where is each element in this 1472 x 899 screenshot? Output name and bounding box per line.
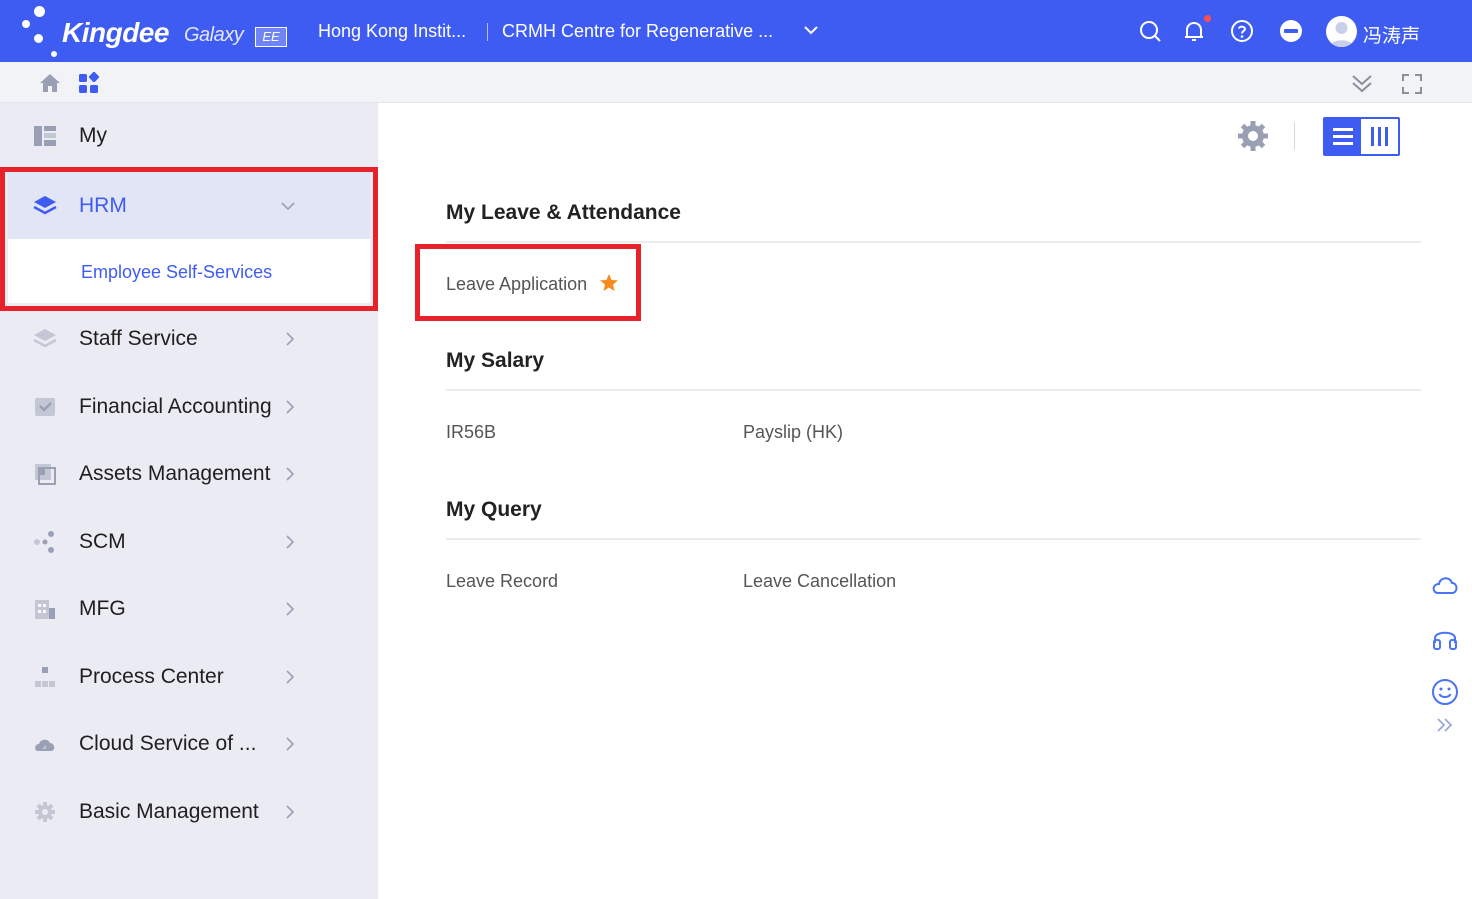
home-icon[interactable] bbox=[38, 71, 62, 95]
checkbox-icon bbox=[35, 398, 55, 416]
sidebar-item-basic-management[interactable]: Basic Management bbox=[0, 779, 378, 845]
section-title: My Leave & Attendance bbox=[446, 201, 681, 224]
chevron-right-icon bbox=[286, 737, 295, 751]
toolbar-separator bbox=[1294, 122, 1295, 150]
org-separator bbox=[487, 23, 488, 41]
section-divider bbox=[446, 389, 1421, 391]
top-bar: Kingdee Galaxy EE Hong Kong Instit... CR… bbox=[0, 0, 1472, 62]
sub-toolbar bbox=[0, 62, 1472, 103]
highlight-box bbox=[0, 167, 378, 311]
main-content: My Leave & Attendance Leave Application … bbox=[378, 103, 1472, 899]
sidebar-item-my[interactable]: My bbox=[0, 103, 378, 169]
dept-selector[interactable]: CRMH Centre for Regenerative ... bbox=[502, 21, 773, 42]
section-divider bbox=[446, 538, 1421, 540]
cloud-icon[interactable] bbox=[1430, 570, 1460, 600]
dashboard-icon bbox=[34, 126, 56, 146]
floating-toolbar bbox=[1418, 560, 1472, 742]
assets-icon bbox=[35, 464, 56, 485]
chevron-right-icon bbox=[286, 400, 295, 414]
list-view-icon bbox=[1333, 128, 1353, 145]
sidebar-item-financial-accounting[interactable]: Financial Accounting bbox=[0, 374, 378, 440]
sidebar-item-scm[interactable]: SCM bbox=[0, 509, 378, 575]
sidebar-item-label: Process Center bbox=[79, 665, 224, 688]
sidebar-item-label: Cloud Service of ... bbox=[79, 732, 257, 755]
chevron-right-icon bbox=[286, 535, 295, 549]
help-icon[interactable] bbox=[1230, 19, 1254, 43]
chevron-down-icon[interactable] bbox=[803, 22, 819, 38]
org-selector[interactable]: Hong Kong Instit... bbox=[318, 21, 466, 42]
chevron-right-icon bbox=[286, 467, 295, 481]
section-title: My Query bbox=[446, 498, 542, 521]
sidebar-item-cloud-service[interactable]: Cloud Service of ... bbox=[0, 711, 378, 777]
payslip-link[interactable]: Payslip (HK) bbox=[743, 422, 843, 443]
app-grid-icon[interactable] bbox=[77, 72, 101, 96]
section-divider bbox=[446, 241, 1421, 243]
double-chevron-right-icon[interactable] bbox=[1434, 714, 1456, 736]
avatar[interactable] bbox=[1326, 16, 1357, 47]
leave-cancellation-link[interactable]: Leave Cancellation bbox=[743, 571, 896, 592]
brand-edition: EE bbox=[255, 27, 287, 47]
sidebar-item-label: Staff Service bbox=[79, 327, 198, 350]
layers-icon bbox=[33, 329, 57, 348]
chevron-right-icon bbox=[286, 805, 295, 819]
user-name[interactable]: 冯涛声 bbox=[1363, 21, 1420, 48]
notification-dot bbox=[1204, 15, 1211, 22]
cloud-icon bbox=[35, 739, 55, 751]
chevron-right-icon bbox=[286, 602, 295, 616]
gear-icon bbox=[35, 802, 55, 822]
collapse-down-icon[interactable] bbox=[1350, 71, 1374, 95]
sidebar-item-assets-management[interactable]: Assets Management bbox=[0, 441, 378, 507]
brand-name: Kingdee bbox=[62, 17, 169, 48]
kingdee-logo[interactable]: Kingdee Galaxy EE bbox=[20, 4, 300, 58]
list-view-button[interactable] bbox=[1325, 119, 1361, 154]
search-icon[interactable] bbox=[1138, 19, 1162, 43]
column-view-icon[interactable] bbox=[1361, 119, 1398, 154]
sidebar-item-process-center[interactable]: Process Center bbox=[0, 644, 378, 710]
brand-sub: Galaxy bbox=[184, 24, 244, 46]
flow-icon bbox=[35, 667, 55, 687]
chevron-right-icon bbox=[286, 332, 295, 346]
fullscreen-icon[interactable] bbox=[1400, 72, 1424, 96]
settings-gear-icon[interactable] bbox=[1236, 119, 1270, 153]
headset-icon[interactable] bbox=[1430, 623, 1460, 653]
highlight-box bbox=[415, 244, 641, 321]
sidebar-item-label: Financial Accounting bbox=[79, 395, 272, 418]
leave-record-link[interactable]: Leave Record bbox=[446, 571, 558, 592]
more-apps-icon[interactable] bbox=[1279, 19, 1303, 43]
bell-icon[interactable] bbox=[1182, 19, 1206, 43]
chevron-right-icon bbox=[286, 670, 295, 684]
sidebar-item-label: MFG bbox=[79, 597, 126, 620]
ir56b-link[interactable]: IR56B bbox=[446, 422, 496, 443]
view-toggle[interactable] bbox=[1323, 117, 1400, 156]
network-icon bbox=[34, 531, 54, 553]
building-icon bbox=[35, 600, 55, 619]
smiley-icon[interactable] bbox=[1430, 677, 1460, 707]
sidebar-item-mfg[interactable]: MFG bbox=[0, 576, 378, 642]
sidebar-item-label: My bbox=[79, 124, 107, 147]
sidebar-item-label: Basic Management bbox=[79, 800, 259, 823]
section-title: My Salary bbox=[446, 349, 545, 372]
sidebar-item-staff-service[interactable]: Staff Service bbox=[0, 306, 378, 372]
sidebar-item-label: Assets Management bbox=[79, 462, 271, 485]
sidebar-item-label: SCM bbox=[79, 530, 126, 553]
